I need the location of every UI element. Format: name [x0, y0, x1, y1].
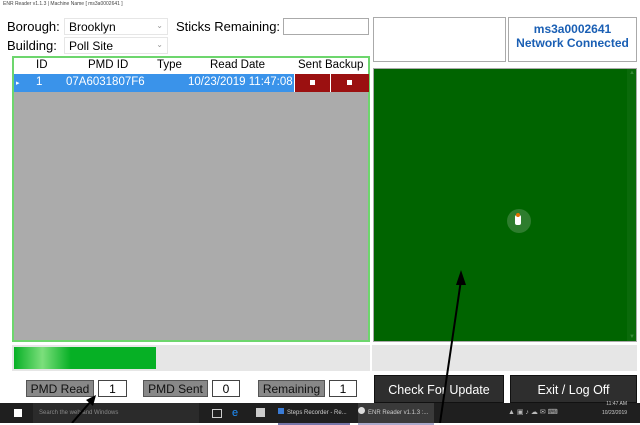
arrow-to-green-panel [439, 270, 466, 423]
annotation-arrows [71, 270, 466, 423]
arrow-to-pmd-read [71, 395, 96, 423]
